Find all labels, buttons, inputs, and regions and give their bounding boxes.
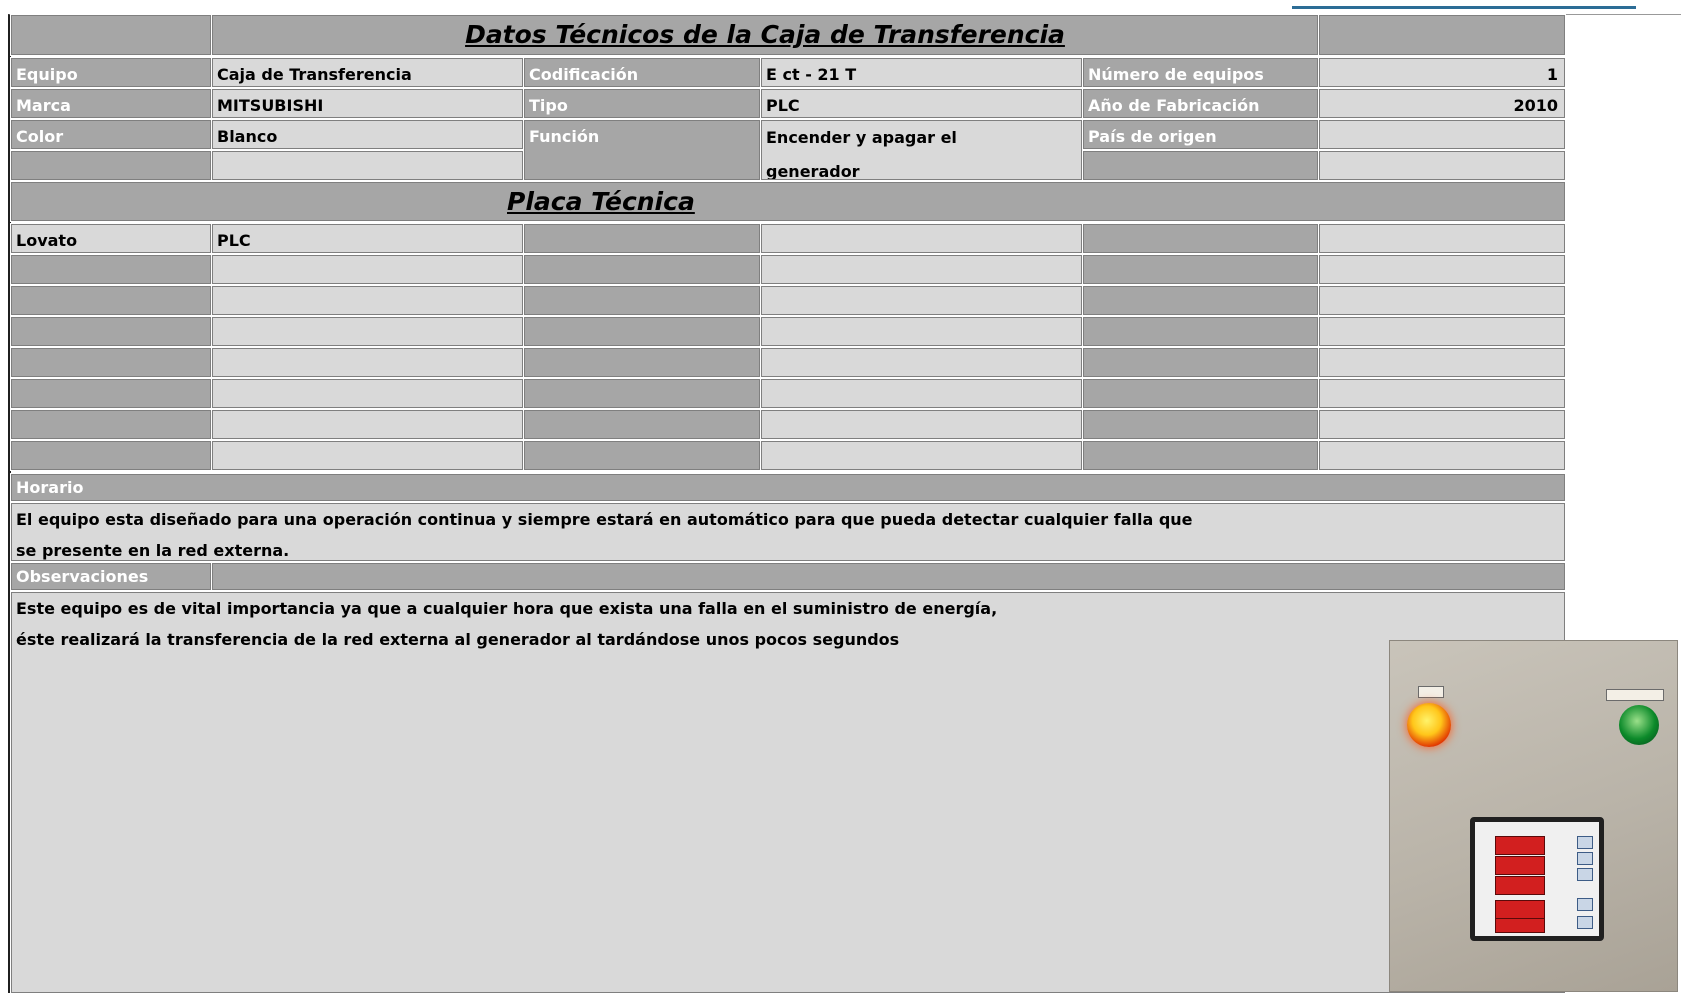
blank-cell [1318,150,1566,181]
blank-cell [1082,254,1319,285]
blank-cell [523,285,761,316]
observaciones-line-2: éste realizará la transferencia de la re… [16,630,900,649]
title-blank-left [10,14,212,56]
numero-equipos-value: 1 [1318,57,1566,88]
blank-cell [10,285,212,316]
blank-cell [523,440,761,471]
tipo-label: Tipo [523,88,761,119]
red-indicator-lamp [1407,703,1451,747]
panel-button [1577,868,1593,881]
blank-cell [1082,347,1319,378]
pais-origen-label: País de origen [1082,119,1319,150]
panel-button [1577,852,1593,865]
display-segment [1495,900,1545,919]
anio-fabricacion-value: 2010 [1318,88,1566,119]
blank-cell [1318,347,1566,378]
blank-cell [1082,409,1319,440]
blank-cell [10,440,212,471]
codificacion-label: Codificación [523,57,761,88]
anio-fabricacion-label: Año de Fabricación [1082,88,1319,119]
blank-cell [760,254,1083,285]
placa-cell: PLC [211,223,524,254]
blank-cell [211,254,524,285]
blank-cell [10,347,212,378]
blank-cell [211,409,524,440]
blank-cell [10,254,212,285]
blank-cell [760,378,1083,409]
blank-cell [760,285,1083,316]
top-accent-line [1292,6,1636,9]
blank-cell [1082,378,1319,409]
blank-cell [1318,440,1566,471]
color-label: Color [10,119,212,150]
blank-cell [1082,223,1319,254]
title-blank-right [1318,14,1566,56]
observaciones-text: Este equipo es de vital importancia ya q… [10,591,1566,993]
blank-cell [760,347,1083,378]
page-title: Datos Técnicos de la Caja de Transferenc… [211,14,1319,56]
blank-cell [1318,409,1566,440]
blank-cell [211,347,524,378]
panel-button [1577,836,1593,849]
codificacion-value: E ct - 21 T [760,57,1083,88]
blank-cell [523,223,761,254]
blank-cell [760,440,1083,471]
display-segment [1495,918,1545,933]
blank-cell [1082,285,1319,316]
blank-cell [211,440,524,471]
blank-cell [523,409,761,440]
pais-origen-value [1318,119,1566,150]
funcion-value: Encender y apagar el generador [760,119,1083,181]
horario-label: Horario [10,473,1566,502]
numero-equipos-label: Número de equipos [1082,57,1319,88]
blank-cell [1318,285,1566,316]
placa-tecnica-title: Placa Técnica [10,181,1566,222]
blank-cell [10,409,212,440]
blank-cell [523,254,761,285]
blank-cell [760,316,1083,347]
blank-cell [523,347,761,378]
panel-button [1577,916,1593,929]
blank-cell [1082,150,1319,181]
display-segment [1495,876,1545,895]
blank-cell [523,378,761,409]
blank-cell [211,378,524,409]
blank-cell [1082,440,1319,471]
lamp-tag [1606,689,1664,701]
blank-cell [211,316,524,347]
marca-label: Marca [10,88,212,119]
blank-cell [1318,378,1566,409]
blank-cell [760,409,1083,440]
blank-cell [1318,316,1566,347]
equipo-value: Caja de Transferencia [211,57,524,88]
display-segment [1495,856,1545,875]
blank-cell [211,285,524,316]
display-segment [1495,836,1545,855]
horario-text: El equipo esta diseñado para una operaci… [10,502,1566,562]
blank-cell [760,223,1083,254]
funcion-label: Función [523,119,761,181]
lamp-tag [1418,686,1444,698]
transfer-panel-photo [1389,640,1678,992]
blank-cell [211,150,524,181]
marca-value: MITSUBISHI [211,88,524,119]
tipo-value: PLC [760,88,1083,119]
blank-cell [1082,316,1319,347]
blank-cell [1318,223,1566,254]
green-indicator-lamp [1619,705,1659,745]
blank-cell [10,150,212,181]
blank-cell [523,316,761,347]
observaciones-label: Observaciones [10,562,212,591]
panel-button [1577,898,1593,911]
blank-cell [10,378,212,409]
blank-cell [1318,254,1566,285]
plc-controller-display [1470,817,1604,941]
placa-cell: Lovato [10,223,212,254]
observaciones-header-blank [211,562,1566,591]
blank-cell [10,316,212,347]
color-value: Blanco [211,119,524,150]
equipo-label: Equipo [10,57,212,88]
observaciones-line-1: Este equipo es de vital importancia ya q… [16,599,998,618]
